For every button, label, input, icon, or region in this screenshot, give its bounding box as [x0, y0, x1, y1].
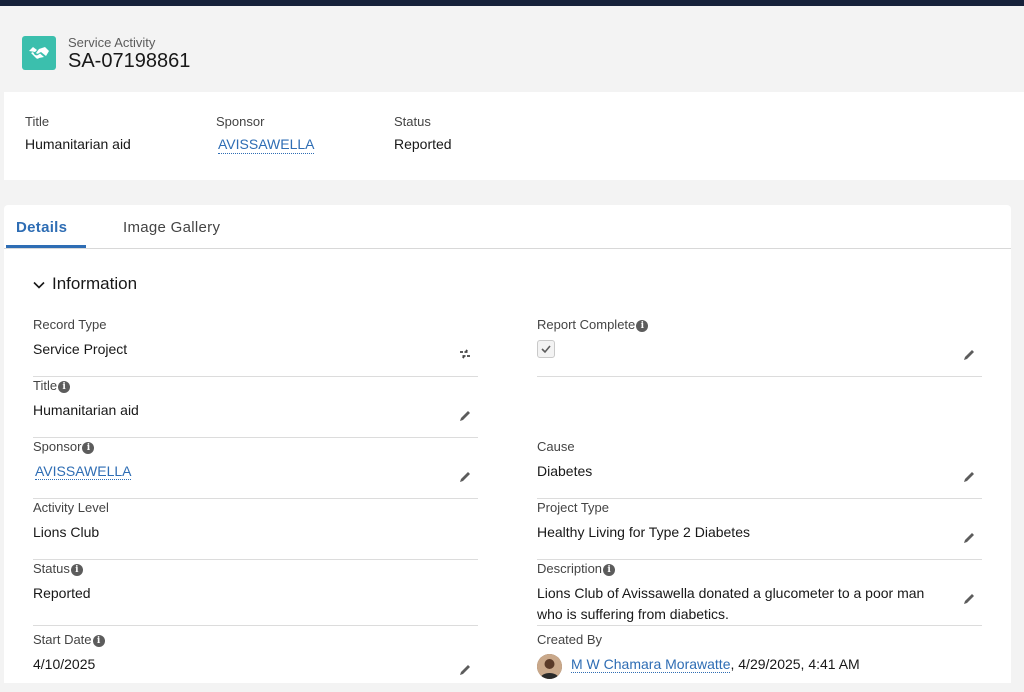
- highlight-title-label: Title: [25, 114, 50, 129]
- info-icon[interactable]: i: [82, 442, 95, 454]
- report-complete-checkbox: [537, 340, 555, 358]
- record-detail-card: Details Image Gallery Information Record…: [4, 205, 1011, 683]
- field-project-type: Project Type Healthy Living for Type 2 D…: [537, 500, 982, 560]
- section-title: Information: [52, 274, 138, 293]
- info-icon[interactable]: i: [603, 564, 616, 576]
- status-value: Reported: [33, 585, 91, 601]
- checkmark-icon: [541, 345, 551, 354]
- sponsor-link[interactable]: AVISSAWELLA: [35, 463, 132, 480]
- highlight-title-value: Humanitarian aid: [25, 136, 131, 152]
- field-status: Status i Reported: [33, 561, 478, 626]
- highlight-sponsor-label: Sponsor: [216, 114, 265, 129]
- field-record-type: Record Type Service Project: [33, 317, 478, 377]
- highlight-status: Status Reported: [394, 114, 452, 152]
- record-type-label: Record Type: [33, 317, 107, 332]
- field-divider: [33, 376, 478, 377]
- title-label: Title: [33, 378, 58, 393]
- sponsor-label: Sponsor: [33, 439, 82, 454]
- created-by-label: Created By: [537, 632, 603, 647]
- tab-image-gallery[interactable]: Image Gallery: [123, 219, 220, 236]
- status-label: Status: [33, 561, 70, 576]
- highlight-status-value: Reported: [394, 136, 452, 152]
- report-complete-label: Report Complete: [537, 317, 636, 332]
- created-by-user-link[interactable]: M W Chamara Morawatte: [571, 656, 731, 673]
- highlight-sponsor: Sponsor AVISSAWELLA: [216, 114, 315, 154]
- field-description: Description i Lions Club of Avissawella d…: [537, 561, 982, 626]
- field-divider: [537, 376, 982, 377]
- title-value: Humanitarian aid: [33, 402, 139, 418]
- section-information-toggle[interactable]: Information: [32, 274, 137, 294]
- field-report-complete: Report Complete i: [537, 317, 982, 377]
- field-divider: [537, 498, 982, 499]
- tab-bar: Details Image Gallery: [4, 205, 1011, 249]
- edit-title-pencil-icon[interactable]: [458, 409, 472, 428]
- field-activity-level: Activity Level Lions Club: [33, 500, 478, 560]
- info-icon[interactable]: i: [636, 320, 649, 332]
- chevron-down-icon: [33, 281, 45, 289]
- field-divider: [537, 559, 982, 560]
- field-title: Title i Humanitarian aid: [33, 378, 478, 438]
- project-type-value: Healthy Living for Type 2 Diabetes: [537, 524, 750, 540]
- record-type-value: Service Project: [33, 341, 128, 357]
- edit-project-type-pencil-icon[interactable]: [962, 531, 976, 550]
- info-icon[interactable]: i: [58, 381, 71, 393]
- start-date-value: 4/10/2025: [33, 656, 96, 672]
- field-divider: [33, 498, 478, 499]
- cause-value: Diabetes: [537, 463, 593, 479]
- record-header: Service Activity SA-07198861: [0, 6, 1024, 88]
- description-label: Description: [537, 561, 603, 576]
- edit-report-complete-pencil-icon[interactable]: [962, 348, 976, 367]
- activity-level-value: Lions Club: [33, 524, 100, 540]
- change-record-type-icon[interactable]: [458, 347, 472, 366]
- highlight-status-label: Status: [394, 114, 431, 129]
- field-divider: [537, 625, 982, 626]
- field-start-date: Start Date i 4/10/2025: [33, 632, 478, 692]
- highlight-sponsor-link[interactable]: AVISSAWELLA: [218, 136, 315, 154]
- field-divider: [33, 625, 478, 626]
- avatar[interactable]: [537, 654, 562, 679]
- tab-details[interactable]: Details: [16, 219, 67, 236]
- object-label: Service Activity: [68, 35, 156, 50]
- record-name: SA-07198861: [68, 50, 191, 72]
- info-icon[interactable]: i: [70, 564, 83, 576]
- activity-level-label: Activity Level: [33, 500, 109, 515]
- edit-description-pencil-icon[interactable]: [962, 592, 976, 611]
- info-icon[interactable]: i: [92, 635, 105, 647]
- created-by-datetime: , 4/29/2025, 4:41 AM: [730, 656, 860, 672]
- highlight-title: Title Humanitarian aid: [25, 114, 131, 152]
- field-divider: [33, 437, 478, 438]
- field-sponsor: Sponsor i AVISSAWELLA: [33, 439, 478, 499]
- edit-cause-pencil-icon[interactable]: [962, 470, 976, 489]
- cause-label: Cause: [537, 439, 575, 454]
- field-divider: [33, 559, 478, 560]
- handshake-icon: [22, 36, 56, 70]
- edit-sponsor-pencil-icon[interactable]: [458, 470, 472, 489]
- start-date-label: Start Date: [33, 632, 92, 647]
- field-cause: Cause Diabetes: [537, 439, 982, 499]
- project-type-label: Project Type: [537, 500, 610, 515]
- active-tab-indicator: [6, 245, 86, 248]
- highlights-panel: Title Humanitarian aid Sponsor AVISSAWEL…: [4, 92, 1024, 180]
- edit-start-date-pencil-icon[interactable]: [458, 663, 472, 682]
- field-created-by: Created By M W Chamara Morawatte, 4/29/2…: [537, 632, 982, 692]
- description-value: Lions Club of Avissawella donated a gluc…: [537, 585, 925, 622]
